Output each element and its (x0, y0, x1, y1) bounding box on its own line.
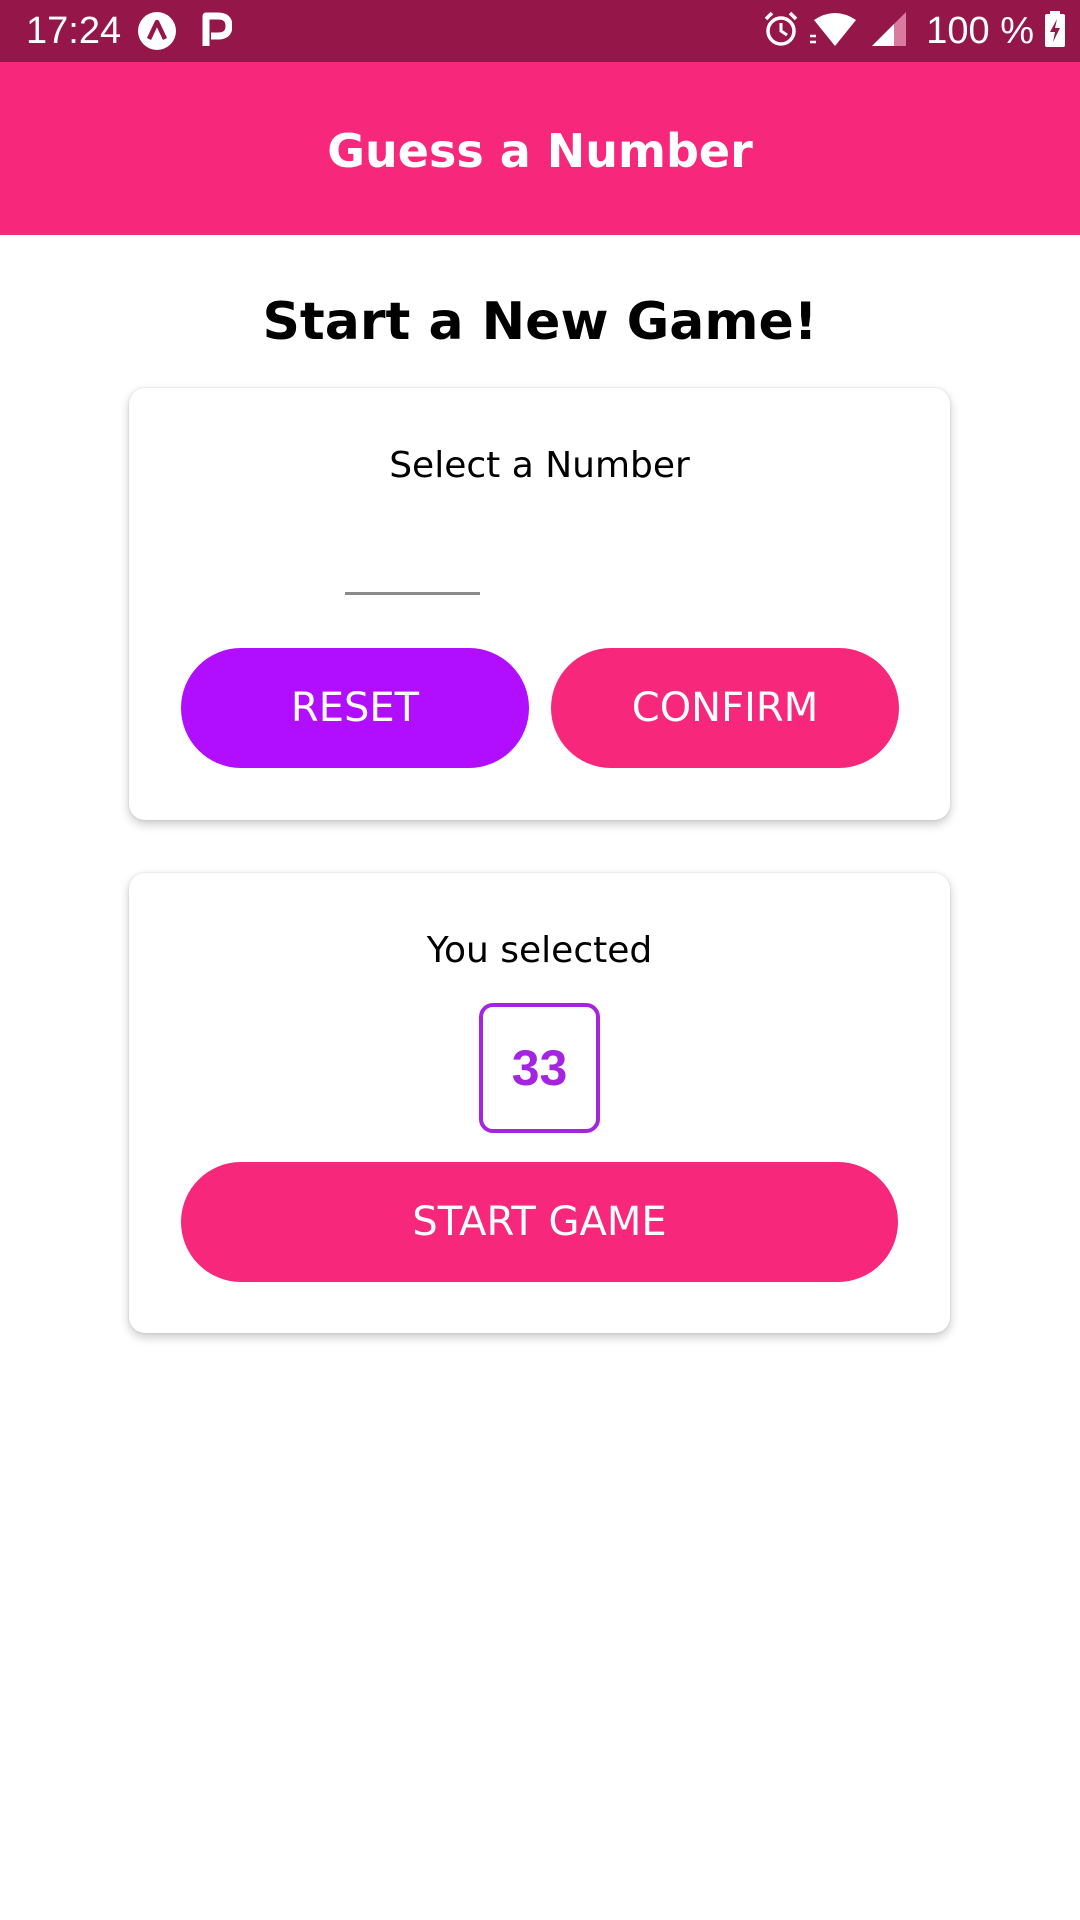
selected-number-box: 33 (479, 1003, 600, 1133)
selected-number: 33 (511, 1040, 568, 1096)
battery-charging-icon (1044, 10, 1066, 52)
confirm-button-label: CONFIRM (631, 685, 819, 731)
signal-icon (870, 10, 908, 52)
app-title: Guess a Number (327, 123, 753, 178)
alarm-icon (762, 10, 800, 52)
start-game-button[interactable]: START GAME (181, 1162, 898, 1282)
app-a-icon (138, 12, 176, 50)
p-icon (202, 12, 240, 50)
status-time: 17:24 (26, 10, 122, 52)
select-number-label: Select a Number (389, 445, 690, 486)
app-header: Guess a Number (0, 62, 1080, 235)
number-input[interactable] (345, 520, 480, 595)
confirm-button[interactable]: CONFIRM (551, 648, 899, 768)
you-selected-label: You selected (426, 930, 653, 971)
status-bar: 17:24 100 % (0, 0, 1080, 62)
battery-percent: 100 % (926, 10, 1034, 52)
screen-title: Start a New Game! (262, 292, 818, 352)
reset-button-label: RESET (290, 685, 420, 731)
reset-button[interactable]: RESET (181, 648, 529, 768)
wifi-icon (810, 10, 860, 52)
selected-number-card: You selected 33 START GAME (129, 873, 950, 1333)
number-input-card: Select a Number RESET CONFIRM (129, 388, 950, 820)
start-game-button-label: START GAME (412, 1199, 667, 1245)
